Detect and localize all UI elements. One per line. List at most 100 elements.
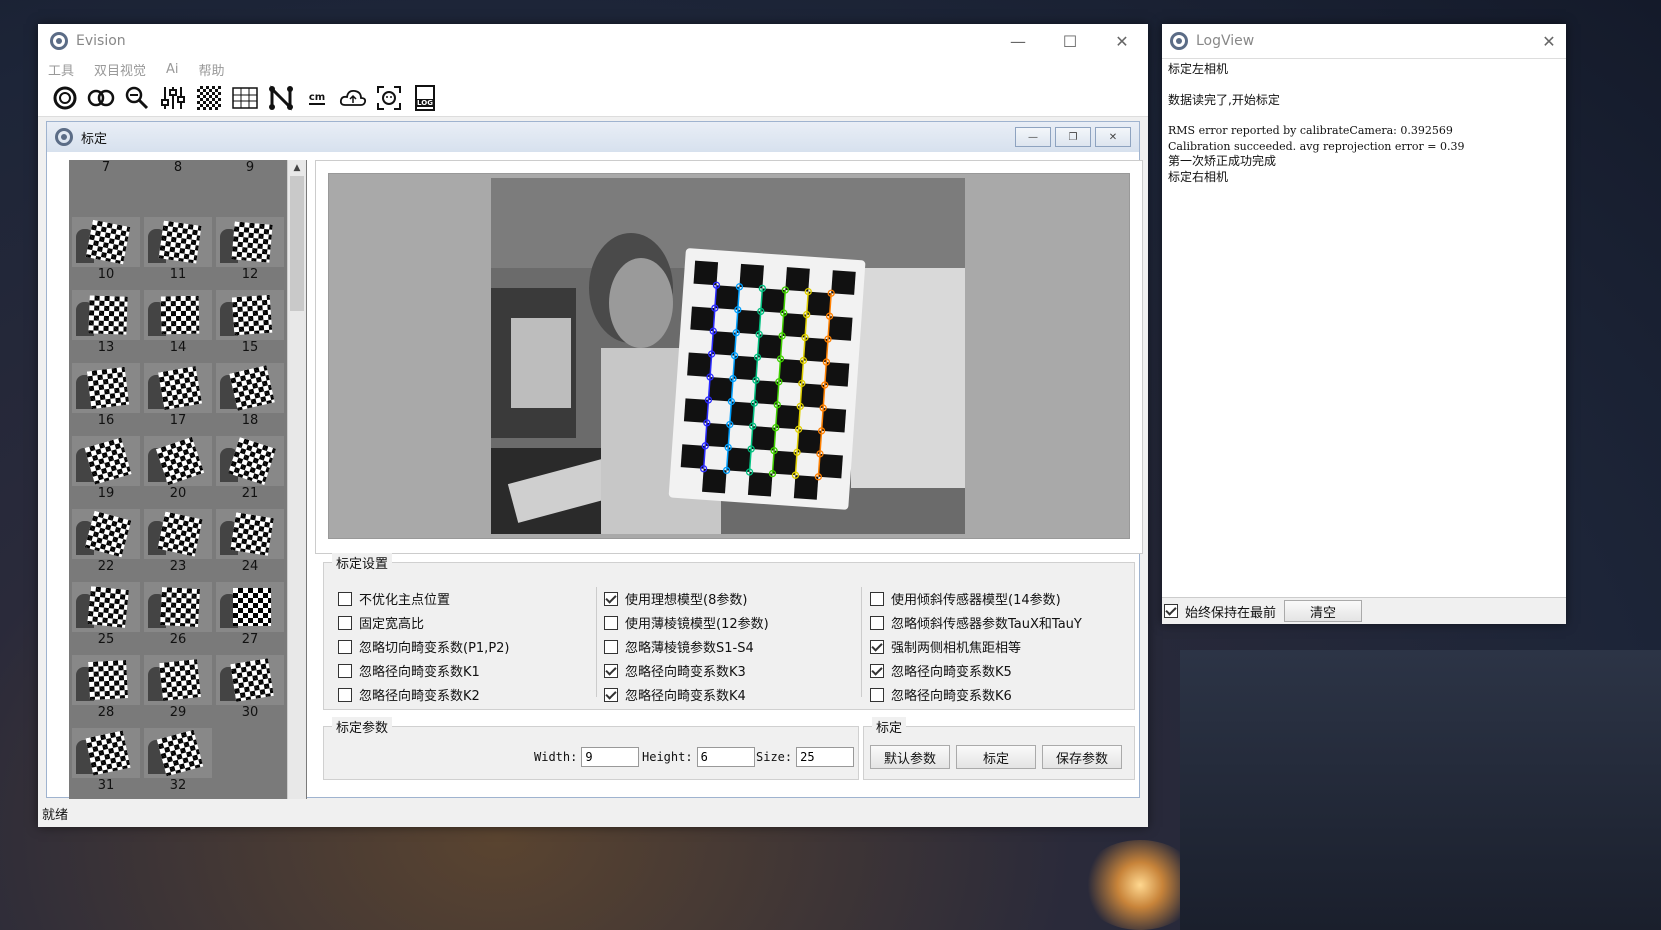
checkbox-empty-icon[interactable]	[338, 663, 352, 678]
scroll-thumb[interactable]	[290, 176, 304, 311]
logview-titlebar[interactable]: LogView ✕	[1162, 24, 1566, 59]
thumbnail-item[interactable]: 30	[215, 655, 285, 721]
always-on-top-checkbox[interactable]	[1164, 604, 1178, 618]
checkbox-checked-icon[interactable]	[870, 663, 884, 678]
checkbox-empty-icon[interactable]	[604, 615, 618, 630]
cloud-icon[interactable]	[338, 83, 368, 113]
thumbnail-item[interactable]: 12	[215, 217, 285, 283]
checkbox-empty-icon[interactable]	[338, 639, 352, 654]
thumbnail-item[interactable]: 10	[71, 217, 141, 283]
thumbnail-item[interactable]: 21	[215, 436, 285, 502]
thumbnail-item[interactable]: 17	[143, 363, 213, 429]
checkbox-checked-icon[interactable]	[604, 663, 618, 678]
option-checkbox[interactable]: 固定宽高比	[338, 613, 424, 632]
menu-ai[interactable]: Ai	[166, 62, 179, 77]
maximize-button[interactable]: ☐	[1044, 24, 1096, 58]
camera-ring-icon[interactable]	[50, 83, 80, 113]
option-checkbox[interactable]: 使用倾斜传感器模型(14参数)	[870, 589, 1061, 608]
thumbnail-scrollbar[interactable]: ▲ ▼	[287, 160, 306, 818]
checkbox-checked-icon[interactable]	[870, 639, 884, 654]
height-input[interactable]	[696, 747, 755, 767]
option-checkbox[interactable]: 忽略薄棱镜参数S1-S4	[604, 637, 754, 656]
menu-stereo[interactable]: 双目视觉	[94, 60, 146, 79]
cm-icon[interactable]: cm	[302, 83, 332, 113]
zoom-icon[interactable]	[122, 83, 152, 113]
log-icon[interactable]: LOG	[410, 83, 440, 113]
checkbox-empty-icon[interactable]	[338, 591, 352, 606]
thumbnail-item[interactable]: 28	[71, 655, 141, 721]
checkerboard-icon[interactable]	[194, 83, 224, 113]
thumbnail-item[interactable]: 32	[143, 728, 213, 794]
calibration-titlebar[interactable]: 标定 — ❐ ✕	[47, 122, 1139, 152]
log-text-area[interactable]: 标定左相机 数据读完了,开始标定 RMS error reported by cal…	[1168, 62, 1560, 185]
thumbnail-item[interactable]: 15	[215, 290, 285, 356]
menu-help[interactable]: 帮助	[199, 60, 225, 79]
network-icon[interactable]	[266, 83, 296, 113]
scroll-up-arrow[interactable]: ▲	[288, 160, 306, 176]
option-checkbox[interactable]: 忽略径向畸变系数K5	[870, 661, 1012, 680]
sub-close-button[interactable]: ✕	[1095, 127, 1131, 147]
option-checkbox[interactable]: 使用薄棱镜模型(12参数)	[604, 613, 769, 632]
option-checkbox[interactable]: 忽略径向畸变系数K3	[604, 661, 746, 680]
minimize-button[interactable]: —	[992, 24, 1044, 58]
thumbnail-item[interactable]: 14	[143, 290, 213, 356]
sub-restore-button[interactable]: ❐	[1055, 127, 1091, 147]
save-params-button[interactable]: 保存参数	[1042, 745, 1122, 769]
thumbnail-item[interactable]: 18	[215, 363, 285, 429]
checkbox-empty-icon[interactable]	[870, 591, 884, 606]
main-titlebar[interactable]: Evision — ☐ ✕	[38, 24, 1148, 58]
option-checkbox[interactable]: 使用理想模型(8参数)	[604, 589, 747, 608]
thumbnail-item[interactable]: 24	[215, 509, 285, 575]
sub-minimize-button[interactable]: —	[1015, 127, 1051, 147]
option-label: 使用薄棱镜模型(12参数)	[625, 617, 769, 632]
clear-button[interactable]: 清空	[1284, 600, 1363, 622]
checkbox-empty-icon[interactable]	[604, 639, 618, 654]
size-input[interactable]	[796, 747, 855, 767]
face-scan-icon[interactable]	[374, 83, 404, 113]
thumbnail-item[interactable]: 13	[71, 290, 141, 356]
thumbnail-image	[216, 509, 284, 559]
option-checkbox[interactable]: 忽略径向畸变系数K2	[338, 685, 480, 704]
width-input[interactable]	[581, 747, 640, 767]
option-checkbox[interactable]: 忽略径向畸变系数K4	[604, 685, 746, 704]
thumbnail-item[interactable]: 22	[71, 509, 141, 575]
thumbnail-label: 25	[97, 632, 115, 647]
checkbox-checked-icon[interactable]	[604, 591, 618, 606]
thumbnail-item[interactable]: 23	[143, 509, 213, 575]
thumbnail-item[interactable]: 26	[143, 582, 213, 648]
checkbox-checked-icon[interactable]	[604, 687, 618, 702]
grid-icon[interactable]	[230, 83, 260, 113]
thumbnail-item[interactable]: 27	[215, 582, 285, 648]
thumbnail-label: 21	[241, 486, 259, 501]
option-checkbox[interactable]: 忽略径向畸变系数K6	[870, 685, 1012, 704]
thumbnail-item[interactable]: 11	[143, 217, 213, 283]
option-checkbox[interactable]: 忽略倾斜传感器参数TauX和TauY	[870, 613, 1082, 632]
thumbnail-item[interactable]: 7	[71, 160, 141, 210]
thumbnail-item[interactable]: 31	[71, 728, 141, 794]
menu-tools[interactable]: 工具	[48, 60, 74, 79]
thumbnail-label: 10	[97, 267, 115, 282]
checkbox-empty-icon[interactable]	[338, 687, 352, 702]
thumbnail-item[interactable]: 20	[143, 436, 213, 502]
checker-square	[751, 426, 776, 451]
thumbnail-item[interactable]: 16	[71, 363, 141, 429]
option-checkbox[interactable]: 强制两侧相机焦距相等	[870, 637, 1021, 656]
thumbnail-item[interactable]: 19	[71, 436, 141, 502]
close-button[interactable]: ✕	[1096, 24, 1148, 58]
default-params-button[interactable]: 默认参数	[870, 745, 950, 769]
thumbnail-item[interactable]: 25	[71, 582, 141, 648]
sliders-icon[interactable]	[158, 83, 188, 113]
checkbox-empty-icon[interactable]	[338, 615, 352, 630]
thumbnail-label: 22	[97, 559, 115, 574]
option-checkbox[interactable]: 不优化主点位置	[338, 589, 450, 608]
thumbnail-item[interactable]: 29	[143, 655, 213, 721]
stereo-icon[interactable]	[86, 83, 116, 113]
logview-close-button[interactable]: ✕	[1532, 24, 1566, 58]
option-checkbox[interactable]: 忽略径向畸变系数K1	[338, 661, 480, 680]
thumbnail-item[interactable]: 9	[215, 160, 285, 210]
checkbox-empty-icon[interactable]	[870, 615, 884, 630]
calibrate-button[interactable]: 标定	[956, 745, 1036, 769]
option-checkbox[interactable]: 忽略切向畸变系数(P1,P2)	[338, 637, 510, 656]
checkbox-empty-icon[interactable]	[870, 687, 884, 702]
thumbnail-item[interactable]: 8	[143, 160, 213, 210]
